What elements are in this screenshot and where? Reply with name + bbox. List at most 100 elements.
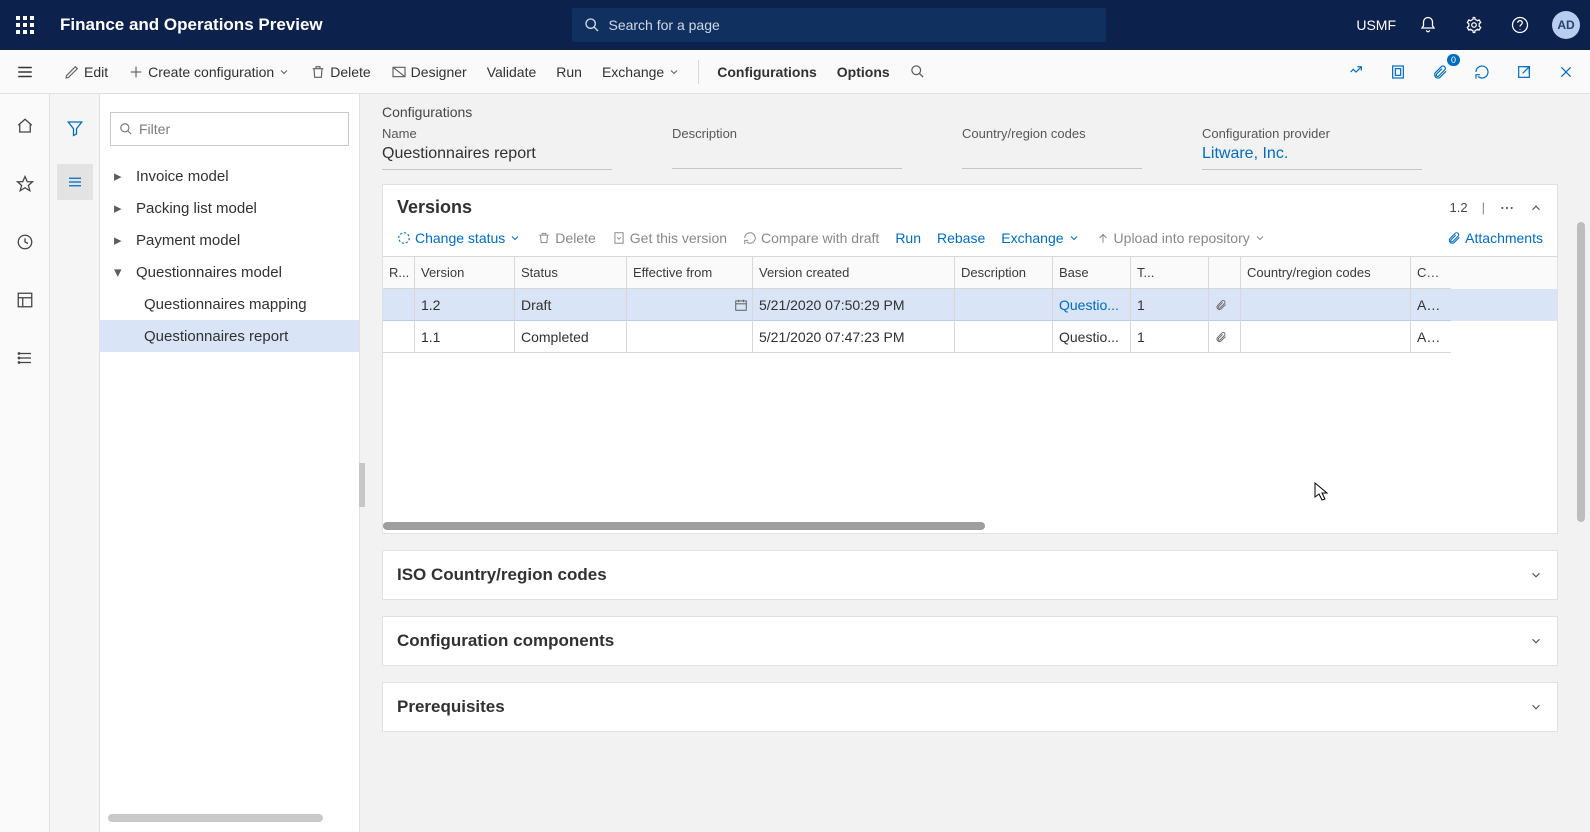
popout-icon[interactable] [1510, 58, 1538, 86]
settings-icon[interactable] [1460, 11, 1488, 39]
global-search[interactable]: Search for a page [572, 8, 1106, 42]
exchange-button[interactable]: Exchange [594, 54, 688, 90]
table-cell[interactable]: A… [1411, 289, 1451, 321]
table-cell[interactable]: 5/21/2020 07:47:23 PM [753, 321, 955, 353]
office-icon[interactable] [1384, 58, 1412, 86]
workspaces-icon[interactable] [9, 284, 41, 316]
table-cell[interactable] [1209, 321, 1241, 353]
table-cell[interactable]: 1 [1131, 289, 1209, 321]
run-button[interactable]: Run [548, 54, 590, 90]
modules-icon[interactable] [9, 342, 41, 374]
create-configuration-button[interactable]: Create configuration [120, 54, 298, 90]
tree-horizontal-scrollbar[interactable] [108, 814, 323, 822]
table-cell[interactable] [627, 289, 753, 321]
expand-icon[interactable] [1529, 700, 1543, 714]
tree-item[interactable]: Questionnaires mapping [100, 288, 359, 320]
table-cell[interactable]: 1.1 [415, 321, 515, 353]
iso-country-region-codes-section[interactable]: ISO Country/region codes [382, 550, 1558, 600]
chevron-down-icon[interactable]: ▾ [114, 263, 128, 281]
get-this-version-button[interactable]: Get this version [612, 230, 727, 246]
table-cell[interactable]: Questio... [1053, 289, 1131, 321]
table-cell[interactable]: A… [1411, 321, 1451, 353]
table-cell[interactable] [955, 289, 1053, 321]
col-effective[interactable]: Effective from [627, 257, 753, 289]
table-cell[interactable] [383, 321, 415, 353]
main-vertical-scrollbar[interactable] [1577, 222, 1587, 682]
home-icon[interactable] [9, 110, 41, 142]
tree-item[interactable]: ▸Payment model [100, 224, 359, 256]
table-row[interactable]: 1.2Draft 5/21/2020 07:50:29 PM Questio...1… [383, 289, 1557, 321]
more-icon[interactable] [1499, 200, 1515, 216]
help-icon[interactable] [1506, 11, 1534, 39]
user-avatar[interactable]: AD [1552, 11, 1580, 39]
description-value[interactable] [672, 143, 902, 169]
col-t[interactable]: T... [1131, 257, 1209, 289]
name-value[interactable]: Questionnaires report [382, 143, 612, 170]
upload-into-repository-button[interactable]: Upload into repository [1096, 230, 1266, 246]
refresh-icon[interactable] [1468, 58, 1496, 86]
col-description[interactable]: Description [955, 257, 1053, 289]
col-status[interactable]: Status [515, 257, 627, 289]
table-cell[interactable]: Completed [515, 321, 627, 353]
hamburger-icon[interactable] [16, 63, 34, 81]
expand-icon[interactable] [1529, 568, 1543, 582]
designer-button[interactable]: Designer [383, 54, 475, 90]
version-delete-button[interactable]: Delete [537, 230, 595, 246]
delete-button[interactable]: Delete [302, 54, 378, 90]
company-code[interactable]: USMF [1356, 17, 1396, 33]
chevron-right-icon[interactable]: ▸ [114, 167, 128, 185]
col-version[interactable]: Version [415, 257, 515, 289]
validate-button[interactable]: Validate [479, 54, 545, 90]
options-tab[interactable]: Options [829, 54, 898, 90]
table-cell[interactable] [383, 289, 415, 321]
table-cell[interactable] [1241, 321, 1411, 353]
app-launcher-icon[interactable] [10, 10, 40, 40]
col-base[interactable]: Base [1053, 257, 1131, 289]
configuration-components-section[interactable]: Configuration components [382, 616, 1558, 666]
col-created[interactable]: Version created [753, 257, 955, 289]
calendar-icon[interactable] [734, 298, 748, 312]
collapse-icon[interactable] [1529, 201, 1543, 215]
filter-icon[interactable] [57, 110, 93, 146]
tree-item[interactable]: ▾Questionnaires model [100, 256, 359, 288]
table-cell[interactable]: Draft [515, 289, 627, 321]
version-run-button[interactable]: Run [895, 230, 921, 246]
tree-item[interactable]: ▸Invoice model [100, 160, 359, 192]
tree-item[interactable]: Questionnaires report [100, 320, 359, 352]
personalize-icon[interactable] [1342, 58, 1370, 86]
chevron-right-icon[interactable]: ▸ [114, 231, 128, 249]
table-cell[interactable] [627, 321, 753, 353]
list-view-icon[interactable] [57, 164, 93, 200]
tree-filter-input[interactable]: Filter [110, 112, 349, 146]
change-status-button[interactable]: Change status [397, 230, 521, 246]
tree-item[interactable]: ▸Packing list model [100, 192, 359, 224]
version-exchange-button[interactable]: Exchange [1001, 230, 1079, 246]
table-cell[interactable]: Questio... [1053, 321, 1131, 353]
table-cell[interactable] [1209, 289, 1241, 321]
rebase-button[interactable]: Rebase [937, 230, 985, 246]
table-row[interactable]: 1.1Completed 5/21/2020 07:47:23 PM Questio… [383, 321, 1557, 353]
attachments-icon[interactable]: 0 [1426, 58, 1454, 86]
version-attachments-button[interactable]: Attachments [1447, 230, 1543, 246]
grid-horizontal-scrollbar[interactable] [383, 519, 1557, 533]
table-cell[interactable] [955, 321, 1053, 353]
expand-icon[interactable] [1529, 634, 1543, 648]
recent-icon[interactable] [9, 226, 41, 258]
prerequisites-section[interactable]: Prerequisites [382, 682, 1558, 732]
table-cell[interactable]: 1 [1131, 321, 1209, 353]
edit-button[interactable]: Edit [56, 54, 116, 90]
table-cell[interactable]: 1.2 [415, 289, 515, 321]
compare-with-draft-button[interactable]: Compare with draft [743, 230, 879, 246]
favorites-icon[interactable] [9, 168, 41, 200]
configurations-tab[interactable]: Configurations [709, 54, 825, 90]
notifications-icon[interactable] [1414, 11, 1442, 39]
table-cell[interactable] [1241, 289, 1411, 321]
col-c[interactable]: C… [1411, 257, 1451, 289]
col-crc[interactable]: Country/region codes [1241, 257, 1411, 289]
table-cell[interactable]: 5/21/2020 07:50:29 PM [753, 289, 955, 321]
country-codes-value[interactable] [962, 143, 1142, 169]
action-search-button[interactable] [902, 54, 933, 90]
provider-value[interactable]: Litware, Inc. [1202, 143, 1422, 170]
close-icon[interactable] [1552, 58, 1580, 86]
col-attach[interactable] [1209, 257, 1241, 289]
